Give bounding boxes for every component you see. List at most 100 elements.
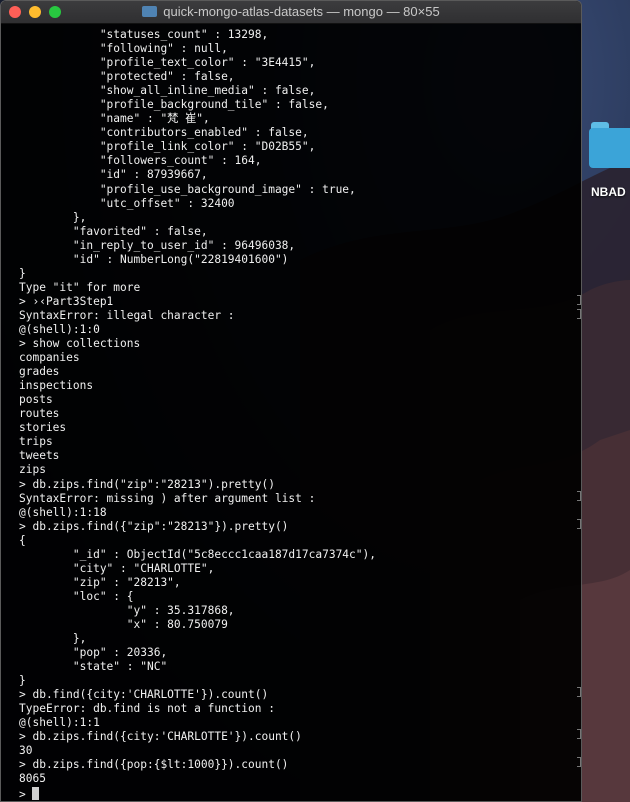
- terminal-line: > db.find({city:'CHARLOTTE'}).count(): [19, 688, 581, 702]
- terminal-line-text: stories: [19, 421, 67, 435]
- terminal-line: "state" : "NC": [19, 660, 581, 674]
- terminal-line: grades: [19, 365, 581, 379]
- terminal-line-text: TypeError: db.find is not a function :: [19, 702, 275, 716]
- terminal-line-text: "id" : 87939667,: [19, 168, 208, 182]
- terminal-line-text: > ›‹Part3Step1: [19, 294, 114, 308]
- terminal-line-text: 8065: [19, 772, 46, 786]
- scroll-marker: [577, 295, 581, 305]
- terminal-line-text: {: [19, 533, 26, 547]
- terminal-line: stories: [19, 421, 581, 435]
- terminal-line-text: "id" : NumberLong("22819401600"): [19, 252, 289, 266]
- terminal-line: "contributors_enabled" : false,: [19, 126, 581, 140]
- terminal-line-text: Type "it" for more: [19, 280, 141, 294]
- terminal-line-text: "favorited" : false,: [19, 224, 208, 238]
- terminal-line: trips: [19, 435, 581, 449]
- terminal-line-text: tweets: [19, 449, 60, 463]
- terminal-line: },: [19, 211, 581, 225]
- terminal-line-text: "contributors_enabled" : false,: [19, 126, 309, 140]
- terminal-line-text: "protected" : false,: [19, 70, 235, 84]
- terminal-line: @(shell):1:0: [19, 323, 581, 337]
- terminal-line-text: "city" : "CHARLOTTE",: [19, 561, 215, 575]
- terminal-line: companies: [19, 351, 581, 365]
- terminal-line-text: > show collections: [19, 337, 141, 351]
- terminal-line: SyntaxError: illegal character :: [19, 309, 581, 323]
- terminal-line: Type "it" for more: [19, 281, 581, 295]
- terminal-line: "in_reply_to_user_id" : 96496038,: [19, 239, 581, 253]
- terminal-line-text: }: [19, 674, 26, 688]
- terminal-line-text: @(shell):1:18: [19, 505, 107, 519]
- terminal-line: TypeError: db.find is not a function :: [19, 702, 581, 716]
- terminal-line-text: "pop" : 20336,: [19, 646, 168, 660]
- terminal-line-text: posts: [19, 393, 53, 407]
- terminal-line-text: "x" : 80.750079: [19, 617, 228, 631]
- terminal-line-text: "followers_count" : 164,: [19, 154, 262, 168]
- folder-icon[interactable]: [589, 122, 630, 168]
- terminal-line-text: "state" : "NC": [19, 660, 168, 674]
- terminal-line: > db.zips.find({pop:{$lt:1000}}).count(): [19, 758, 581, 772]
- terminal-line-text: @(shell):1:1: [19, 716, 100, 730]
- terminal-line: "zip" : "28213",: [19, 576, 581, 590]
- terminal-line-text: routes: [19, 407, 60, 421]
- terminal-line: > ›‹Part3Step1: [19, 295, 581, 309]
- terminal-line-text: "_id" : ObjectId("5c8eccc1caa187d17ca737…: [19, 547, 376, 561]
- terminal-line: "profile_link_color" : "D02B55",: [19, 140, 581, 154]
- terminal-line: > db.zips.find("zip":"28213").pretty(): [19, 478, 581, 492]
- terminal-line: "utc_offset" : 32400: [19, 197, 581, 211]
- terminal-line-text: > db.zips.find({city:'CHARLOTTE'}).count…: [19, 730, 302, 744]
- terminal-line: inspections: [19, 379, 581, 393]
- terminal-line-text: "y" : 35.317868,: [19, 603, 235, 617]
- terminal-line: "followers_count" : 164,: [19, 154, 581, 168]
- scroll-marker: [577, 757, 581, 767]
- terminal-line-text: 30: [19, 744, 33, 758]
- terminal-line: "loc" : {: [19, 590, 581, 604]
- scroll-marker: [577, 309, 581, 319]
- terminal-output[interactable]: "statuses_count" : 13298, "following" : …: [1, 24, 581, 801]
- folder-icon: [142, 6, 158, 17]
- terminal-line: > db.zips.find({"zip":"28213"}).pretty(): [19, 520, 581, 534]
- terminal-line-text: trips: [19, 435, 53, 449]
- terminal-line-text: "profile_text_color" : "3E4415",: [19, 56, 316, 70]
- terminal-line: 8065: [19, 772, 581, 786]
- terminal-line: "profile_text_color" : "3E4415",: [19, 56, 581, 70]
- terminal-line-text: companies: [19, 351, 80, 365]
- prompt-line[interactable]: >: [19, 786, 581, 801]
- terminal-line-text: "profile_link_color" : "D02B55",: [19, 140, 316, 154]
- terminal-line-text: "loc" : {: [19, 589, 134, 603]
- terminal-line: "y" : 35.317868,: [19, 604, 581, 618]
- terminal-line: "show_all_inline_media" : false,: [19, 84, 581, 98]
- terminal-line-text: "in_reply_to_user_id" : 96496038,: [19, 238, 296, 252]
- terminal-line-text: SyntaxError: missing ) after argument li…: [19, 491, 316, 505]
- terminal-line: 30: [19, 744, 581, 758]
- terminal-line: {: [19, 534, 581, 548]
- terminal-line-text: "show_all_inline_media" : false,: [19, 84, 316, 98]
- terminal-line-text: "utc_offset" : 32400: [19, 196, 235, 210]
- terminal-line-text: grades: [19, 365, 60, 379]
- terminal-line: "pop" : 20336,: [19, 646, 581, 660]
- terminal-line: "favorited" : false,: [19, 225, 581, 239]
- scroll-marker: [577, 729, 581, 739]
- title-bar[interactable]: quick-mongo-atlas-datasets — mongo — 80×…: [1, 1, 581, 24]
- terminal-window[interactable]: quick-mongo-atlas-datasets — mongo — 80×…: [0, 0, 582, 802]
- scroll-marker: [577, 687, 581, 697]
- terminal-line: "name" : "梵 崔",: [19, 112, 581, 126]
- terminal-line: posts: [19, 393, 581, 407]
- scroll-marker: [577, 519, 581, 529]
- terminal-line: }: [19, 267, 581, 281]
- terminal-line-text: > db.zips.find({pop:{$lt:1000}}).count(): [19, 758, 289, 772]
- terminal-line-text: "name" : "梵 崔",: [19, 112, 210, 126]
- terminal-line-text: },: [19, 632, 87, 646]
- folder-label[interactable]: NBAD: [591, 185, 626, 199]
- terminal-line-text: SyntaxError: illegal character :: [19, 308, 235, 322]
- terminal-line: "protected" : false,: [19, 70, 581, 84]
- terminal-line: "statuses_count" : 13298,: [19, 28, 581, 42]
- terminal-line: @(shell):1:18: [19, 506, 581, 520]
- terminal-line: "profile_background_tile" : false,: [19, 98, 581, 112]
- terminal-line: zips: [19, 463, 581, 477]
- terminal-line-text: > db.zips.find({"zip":"28213"}).pretty(): [19, 519, 289, 533]
- terminal-line: },: [19, 632, 581, 646]
- terminal-line: }: [19, 674, 581, 688]
- terminal-line: "id" : NumberLong("22819401600"): [19, 253, 581, 267]
- window-title: quick-mongo-atlas-datasets — mongo — 80×…: [163, 4, 440, 19]
- terminal-line: "id" : 87939667,: [19, 168, 581, 182]
- terminal-line: "city" : "CHARLOTTE",: [19, 562, 581, 576]
